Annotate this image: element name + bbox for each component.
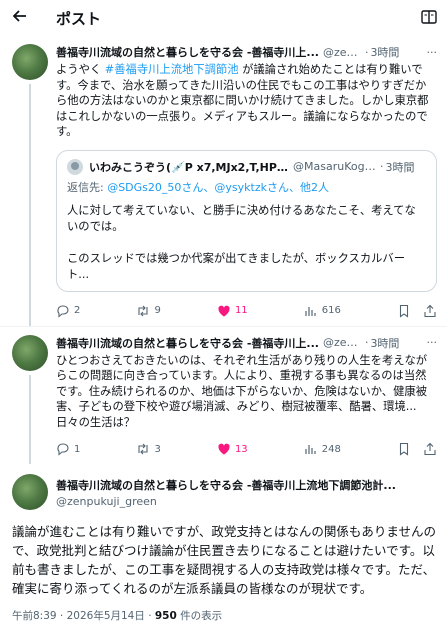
share-button[interactable] [423,304,437,318]
heart-icon [218,305,230,316]
reply-icon [57,304,69,318]
thread-post[interactable]: 善福寺川流域の自然と暮らしを守る会 -善福寺川上... @zen... · 3時… [0,36,447,327]
thread-connector [29,84,31,326]
views-icon [305,445,316,454]
page-title: ポスト [56,9,102,28]
separator-dot: · [364,336,369,349]
quoted-post-time: 3時間 [385,160,415,174]
quoted-post-text: 人に対して考えていない、と勝手に決め付けるあなたこそ、考えてないのでは。 このス… [67,203,416,281]
like-count: 13 [234,443,248,455]
quoted-author-handle: @MasaruKoga... [293,160,378,173]
reply-button[interactable]: 1 [56,442,80,456]
views-icon [305,306,316,316]
reader-mode-icon[interactable] [421,10,437,24]
repost-button[interactable]: 9 [136,304,161,318]
quoted-post[interactable]: いわみこうぞう(💉P x7,MJx2,T,HPV他1... @MasaruKog… [56,149,437,292]
bookmark-button[interactable] [397,304,411,318]
view-count: 248 [321,443,341,455]
bookmark-button[interactable] [397,442,411,456]
like-button[interactable]: 13 [217,442,248,456]
action-bar: 2 9 11 616 [56,296,437,326]
reply-icon [57,443,69,456]
views-button[interactable]: 248 [304,442,341,456]
quoted-author-name: いわみこうぞう(💉P x7,MJx2,T,HPV他1... [89,160,289,174]
reply-to-line: 返信先: @SDGs20_50さん、@ysyktzkさん、他2人 [67,180,329,194]
post-text: ひとつおさえておきたいのは、それぞれ生活があり残りの人生を考えながらこの問題に向… [56,353,428,429]
share-button[interactable] [423,442,437,456]
post-text: ようやく #善福寺川上流地下調節池 が議論され始めたことは有り難いです。今まで、… [56,63,429,138]
reply-count: 2 [74,305,81,316]
thread-post[interactable]: 善福寺川流域の自然と暮らしを守る会 -善福寺川上... @zen... · 3時… [0,327,447,464]
repost-count: 3 [154,443,161,455]
author-handle[interactable]: @zenpukuji_green [56,495,437,508]
like-button[interactable]: 11 [217,304,248,318]
like-count: 11 [234,305,248,316]
author-handle[interactable]: @zen... [323,46,363,59]
avatar[interactable] [12,474,48,510]
separator-dot: · [364,45,369,59]
bookmark-icon [399,442,409,456]
repost-icon [138,443,149,455]
bookmark-icon [399,304,409,318]
focused-post: 善福寺川流域の自然と暮らしを守る会 -善福寺川上流地下調節池計... @zenp… [0,464,447,631]
repost-button[interactable]: 3 [136,442,161,456]
hashtag-link[interactable]: #善福寺川上流地下調節池 [105,63,239,76]
view-count: 950 [154,610,177,622]
post-time[interactable]: 3時間 [370,335,399,351]
author-name[interactable]: 善福寺川流域の自然と暮らしを守る会 -善福寺川上... [56,335,319,351]
post-timestamp: 午前8:39 · 2026年5月14日 · 950 件の表示 [12,610,223,622]
post-time[interactable]: 3時間 [370,44,399,60]
author-name[interactable]: 善福寺川流域の自然と暮らしを守る会 -善福寺川上... [56,44,319,60]
top-bar: ポスト [0,0,447,36]
views-button[interactable]: 616 [304,304,341,318]
share-icon [424,442,436,456]
avatar[interactable] [12,334,48,371]
thread-connector [29,374,31,464]
heart-icon [218,443,230,455]
share-icon [424,304,436,317]
reply-button[interactable]: 2 [56,304,80,318]
post-text: 議論が進むことは有り難いですが、政党支持とはなんの関係もありませんので、政党批判… [12,524,437,596]
repost-icon [138,305,149,316]
more-options-icon[interactable]: ··· [423,46,438,59]
avatar [67,158,83,175]
back-arrow-icon[interactable] [12,8,36,28]
more-options-icon[interactable]: ··· [423,336,438,349]
author-handle[interactable]: @zen... [323,336,363,349]
author-name[interactable]: 善福寺川流域の自然と暮らしを守る会 -善福寺川上流地下調節池計... [56,477,437,493]
action-bar: 1 3 13 248 [56,434,437,464]
view-count: 616 [321,305,341,316]
repost-count: 9 [154,305,161,316]
reply-count: 1 [74,443,81,455]
reply-to-users[interactable]: @SDGs20_50さん、@ysyktzkさん、他2人 [107,181,329,194]
avatar[interactable] [12,44,48,80]
